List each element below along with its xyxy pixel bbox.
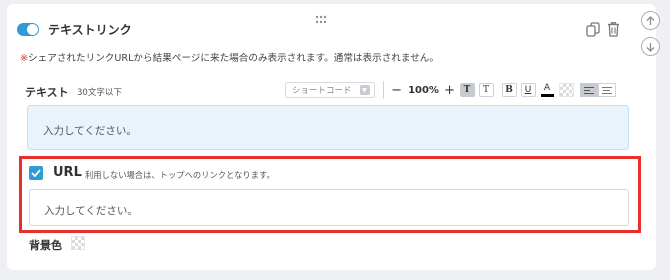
font-color-swatch xyxy=(540,94,554,97)
toolbar-divider xyxy=(382,81,384,99)
url-placeholder: 入力してください。 xyxy=(44,205,138,217)
text-style-plain-button[interactable]: T xyxy=(478,83,494,97)
font-size-decrease-button[interactable]: − xyxy=(390,82,404,98)
drag-handle-icon[interactable] xyxy=(315,9,327,28)
move-up-button[interactable] xyxy=(641,11,660,30)
background-color-swatch[interactable] xyxy=(71,236,85,250)
chevron-down-icon: ▼ xyxy=(359,85,370,95)
url-input[interactable]: 入力してください。 xyxy=(29,189,629,226)
highlight-color-button[interactable] xyxy=(558,83,574,97)
block-title: テキストリンク xyxy=(48,23,132,37)
arrow-down-icon xyxy=(646,42,655,52)
url-label: URL xyxy=(53,165,82,180)
link-text-input[interactable]: 入力してください。 xyxy=(27,105,629,150)
bold-button[interactable]: B xyxy=(501,83,517,97)
font-color-glyph: A xyxy=(543,83,551,93)
underline-button[interactable]: U xyxy=(520,83,536,97)
align-center-button[interactable] xyxy=(597,83,616,97)
move-down-button[interactable] xyxy=(641,37,660,56)
trash-icon[interactable] xyxy=(607,21,620,41)
notice-mark: ※ xyxy=(20,53,29,64)
shortcode-label: ショートコード xyxy=(292,86,352,96)
text-style-filled-button[interactable]: T xyxy=(459,83,475,97)
align-group xyxy=(579,83,616,97)
url-checkbox[interactable] xyxy=(29,166,43,180)
text-format-toolbar: ショートコード ▼ − 100% + T T B U A xyxy=(285,81,616,99)
font-color-button[interactable]: A xyxy=(540,83,555,97)
checkmark-icon xyxy=(31,169,41,177)
link-text-placeholder: 入力してください。 xyxy=(43,125,137,137)
text-field-hint: 30文字以下 xyxy=(77,88,122,98)
font-size-increase-button[interactable]: + xyxy=(444,82,456,98)
font-size-value: 100% xyxy=(408,84,439,96)
block-header: テキストリンク xyxy=(17,21,132,38)
enable-toggle[interactable] xyxy=(17,23,39,36)
notice-text: シェアされたリンクURLから結果ページに来た場合のみ表示されます。通常は表示され… xyxy=(28,53,439,64)
arrow-up-icon xyxy=(646,15,655,25)
copy-icon[interactable] xyxy=(586,22,600,41)
visibility-notice: ※シェアされたリンクURLから結果ページに来た場合のみ表示されます。通常は表示さ… xyxy=(20,50,439,64)
url-hint: 利用しない場合は、トップへのリンクとなります。 xyxy=(85,170,275,180)
align-left-button[interactable] xyxy=(579,83,598,97)
text-field-label: テキスト xyxy=(25,86,69,99)
shortcode-select[interactable]: ショートコード ▼ xyxy=(285,82,375,98)
background-color-label: 背景色 xyxy=(29,239,62,252)
